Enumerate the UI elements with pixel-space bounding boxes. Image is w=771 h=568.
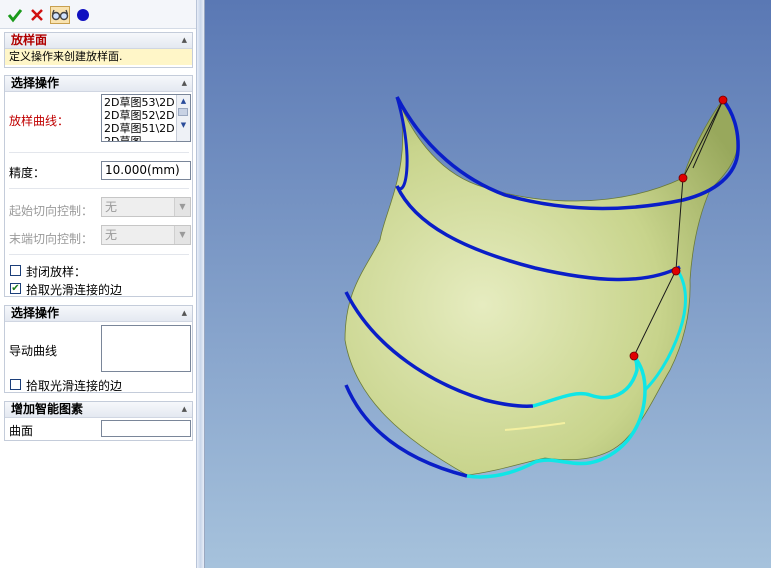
- smooth-edges-checkbox[interactable]: ✔: [10, 283, 21, 294]
- close-icon: [31, 9, 43, 21]
- precision-input[interactable]: 10.000(mm): [101, 161, 191, 180]
- divider: [9, 152, 189, 153]
- chevron-down-icon: ▼: [174, 226, 190, 244]
- guide-curve-list[interactable]: [101, 325, 191, 372]
- collapse-icon[interactable]: ▲: [182, 402, 187, 417]
- control-point[interactable]: [718, 95, 728, 105]
- chevron-down-icon: ▼: [174, 198, 190, 216]
- smooth-edges-label: 拾取光滑连接的边: [26, 283, 123, 297]
- smart-element-section: 增加智能图素 ▲ 曲面: [4, 401, 193, 441]
- panel-title: 放样面 ▲: [5, 33, 192, 49]
- loft-curves-list[interactable]: 2D草图53\2D 2D草图52\2D 2D草图51\2D 2D草图 ▲ ▼: [101, 94, 191, 142]
- section-title: 选择操作 ▲: [5, 76, 192, 92]
- closed-loft-checkbox[interactable]: [10, 265, 21, 276]
- select-operation-section: 选择操作 ▲ 放样曲线： 2D草图53\2D 2D草图52\2D 2D草图51\2…: [4, 75, 193, 297]
- selected-value: 无: [105, 228, 118, 242]
- preview-button[interactable]: [50, 6, 70, 24]
- panel-splitter[interactable]: [197, 0, 205, 568]
- scroll-up-icon[interactable]: ▲: [177, 95, 190, 106]
- end-tangent-select[interactable]: 无 ▼: [101, 225, 191, 245]
- start-tangent-select[interactable]: 无 ▼: [101, 197, 191, 217]
- 3d-scene[interactable]: [205, 0, 771, 568]
- collapse-icon[interactable]: ▲: [182, 76, 187, 91]
- start-tangent-label: 起始切向控制：: [9, 204, 94, 218]
- panel-description: 定义操作来创建放样面.: [5, 49, 192, 65]
- apply-button[interactable]: [74, 6, 92, 24]
- divider: [9, 254, 189, 255]
- list-item: 2D草图: [104, 135, 142, 142]
- list-item[interactable]: 2D草图52\2D: [104, 110, 175, 121]
- end-tangent-label: 末端切向控制：: [9, 232, 94, 246]
- control-point[interactable]: [678, 173, 688, 183]
- ok-button[interactable]: [6, 6, 24, 24]
- list-item[interactable]: 2D草图53\2D: [104, 97, 175, 108]
- control-point[interactable]: [671, 266, 681, 276]
- check-icon: [7, 9, 23, 23]
- control-point[interactable]: [629, 351, 639, 361]
- collapse-icon[interactable]: ▲: [182, 33, 187, 48]
- property-panel: 放样面 ▲ 定义操作来创建放样面. 选择操作 ▲ 放样曲线： 2D草图53\2D 2…: [0, 0, 197, 568]
- divider: [9, 188, 189, 189]
- section-title: 增加智能图素 ▲: [5, 402, 192, 418]
- guide-curve-label: 导动曲线: [9, 344, 58, 358]
- 3d-viewport[interactable]: [205, 0, 771, 568]
- scroll-thumb[interactable]: [178, 108, 188, 116]
- selected-value: 无: [105, 200, 118, 214]
- list-scrollbar[interactable]: ▲ ▼: [176, 95, 190, 141]
- smooth-edges-2-label: 拾取光滑连接的边: [26, 379, 123, 393]
- collapse-icon[interactable]: ▲: [182, 306, 187, 321]
- cancel-button[interactable]: [28, 6, 46, 24]
- glasses-icon: [51, 9, 69, 21]
- select-operation-2-section: 选择操作 ▲ 导动曲线 拾取光滑连接的边: [4, 305, 193, 393]
- scroll-down-icon[interactable]: ▼: [177, 119, 190, 130]
- loft-curves-label: 放样曲线：: [9, 114, 70, 128]
- panel-toolbar: [0, 0, 196, 29]
- surface-input[interactable]: [101, 420, 191, 437]
- header-section: 放样面 ▲ 定义操作来创建放样面.: [4, 32, 193, 68]
- section-title: 选择操作 ▲: [5, 306, 192, 322]
- surface-label: 曲面: [9, 424, 34, 438]
- smooth-edges-2-checkbox[interactable]: [10, 379, 21, 390]
- closed-loft-label: 封闭放样：: [26, 265, 87, 279]
- list-item[interactable]: 2D草图51\2D: [104, 123, 175, 134]
- precision-label: 精度：: [9, 166, 46, 180]
- circle-icon: [77, 9, 89, 21]
